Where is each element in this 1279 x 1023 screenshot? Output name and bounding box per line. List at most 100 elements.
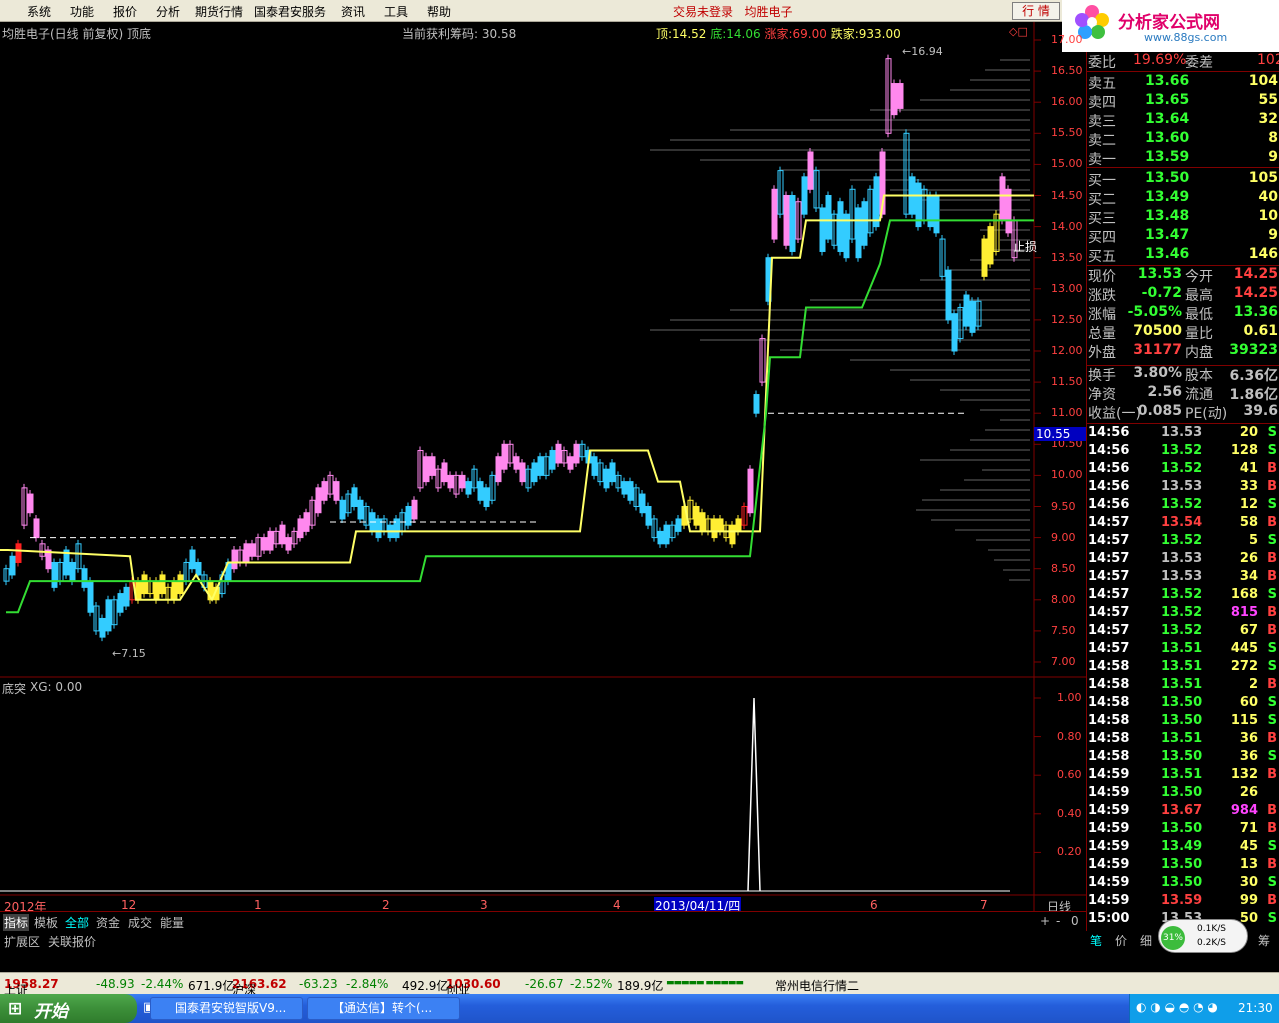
tick-row[interactable]: 14:57 13.54 58 B	[1087, 515, 1279, 533]
start-button[interactable]: ⊞ 开始	[0, 994, 137, 1023]
tick-row[interactable]: 14:59 13.59 99 B	[1087, 893, 1279, 911]
ask-row[interactable]: 卖一 13.59 9	[1087, 149, 1279, 168]
quote-value: 39.6	[1243, 403, 1278, 419]
tick-side: S	[1267, 695, 1277, 710]
price-axis-label: 9.50	[1051, 499, 1076, 513]
tick-row[interactable]: 14:57 13.52 815 B	[1087, 605, 1279, 623]
reset-button[interactable]: 0	[1071, 914, 1079, 928]
tick-side: S	[1267, 911, 1277, 926]
tick-row[interactable]: 14:59 13.50 13 B	[1087, 857, 1279, 875]
tick-row[interactable]: 14:56 13.53 33 B	[1087, 479, 1279, 497]
sh-index[interactable]: 上证 1958.27	[4, 977, 59, 997]
fall-value: 933.00	[858, 27, 901, 41]
tick-row[interactable]: 14:57 13.52 5 S	[1087, 533, 1279, 551]
ask-row[interactable]: 卖四 13.65 55	[1087, 92, 1279, 111]
menu-futures[interactable]: 期货行情	[195, 3, 243, 20]
menu-help[interactable]: 帮助	[427, 3, 451, 20]
tick-row[interactable]: 14:58 13.51 2 B	[1087, 677, 1279, 695]
tick-row[interactable]: 14:59 13.51 132 B	[1087, 767, 1279, 785]
quote-row[interactable]: 涨幅 -5.05% 最低 13.36	[1087, 304, 1279, 323]
bid-row[interactable]: 买一 13.50 105	[1087, 170, 1279, 189]
quote-row[interactable]: 收益(一) 0.085 PE(动) 39.6	[1087, 403, 1279, 422]
sz-index[interactable]: 沪深 2163.62	[232, 977, 287, 997]
menu-gtja-service[interactable]: 国泰君安服务	[254, 3, 326, 20]
right-tab[interactable]: 价	[1115, 932, 1127, 949]
tick-row[interactable]: 14:58 13.50 36 S	[1087, 749, 1279, 767]
quote-label: 涨幅	[1088, 307, 1116, 323]
tab-template[interactable]: 模板	[34, 914, 58, 931]
menu-tools[interactable]: 工具	[384, 3, 408, 20]
bid-row[interactable]: 买五 13.46 146	[1087, 246, 1279, 265]
candle	[285, 537, 292, 551]
tick-time: 14:58	[1088, 713, 1130, 728]
candle	[483, 487, 490, 507]
cy-index[interactable]: 创业 1030.60	[446, 977, 501, 997]
tick-row[interactable]: 14:58 13.50 60 S	[1087, 695, 1279, 713]
tick-row[interactable]: 14:58 13.51 272 S	[1087, 659, 1279, 677]
bid-row[interactable]: 买四 13.47 9	[1087, 227, 1279, 246]
tick-row[interactable]: 14:59 13.50 71 B	[1087, 821, 1279, 839]
order-ratio-row[interactable]: 委比 19.69%委差 102	[1087, 52, 1279, 71]
menu-analysis[interactable]: 分析	[156, 3, 180, 20]
tick-row[interactable]: 14:56 13.52 128 S	[1087, 443, 1279, 461]
quote-row[interactable]: 净资 2.56 流通 1.86亿	[1087, 384, 1279, 403]
tick-row[interactable]: 14:57 13.51 445 S	[1087, 641, 1279, 659]
candle	[123, 586, 130, 607]
tick-side: B	[1267, 569, 1277, 584]
bid-row[interactable]: 买三 13.48 10	[1087, 208, 1279, 227]
server-name[interactable]: 常州电信行情二	[775, 977, 859, 994]
quote-row[interactable]: 总量 70500 量比 0.61	[1087, 323, 1279, 342]
sz-amount: 492.9亿	[402, 979, 449, 993]
tick-row[interactable]: 14:57 13.53 26 B	[1087, 551, 1279, 569]
right-tab[interactable]: 细	[1140, 932, 1152, 949]
tick-row[interactable]: 14:59 13.50 26	[1087, 785, 1279, 803]
zoom-in-button[interactable]: +	[1040, 914, 1050, 928]
tab-energy[interactable]: 能量	[160, 914, 184, 931]
right-tab[interactable]: 筹	[1258, 932, 1270, 949]
kline-chart[interactable]	[0, 22, 1086, 911]
ask-row[interactable]: 卖五 13.66 104	[1087, 73, 1279, 92]
tick-row[interactable]: 14:56 13.53 20 S	[1087, 425, 1279, 443]
ask-row[interactable]: 卖二 13.60 8	[1087, 130, 1279, 149]
ask-row[interactable]: 卖三 13.64 32	[1087, 111, 1279, 130]
tick-row[interactable]: 14:59 13.49 45 S	[1087, 839, 1279, 857]
tab-all[interactable]: 全部	[65, 914, 89, 931]
quote-button[interactable]: 行 情	[1012, 2, 1060, 20]
tab-extension[interactable]: 扩展区	[4, 933, 40, 950]
candle	[591, 456, 598, 476]
zoom-out-button[interactable]: -	[1056, 914, 1060, 928]
menu-function[interactable]: 功能	[70, 3, 94, 20]
login-status[interactable]: 交易未登录 均胜电子	[673, 3, 792, 20]
tab-capital[interactable]: 资金	[96, 914, 120, 931]
tick-time: 14:59	[1088, 803, 1130, 818]
tab-related-quotes[interactable]: 关联报价	[48, 933, 96, 950]
quote-row[interactable]: 外盘 31177 内盘 39323	[1087, 342, 1279, 361]
tick-row[interactable]: 14:59 13.50 30 S	[1087, 875, 1279, 893]
price-axis-label: 16.00	[1051, 95, 1083, 109]
tick-row[interactable]: 14:57 13.53 34 B	[1087, 569, 1279, 587]
tick-row[interactable]: 14:56 13.52 41 B	[1087, 461, 1279, 479]
right-tab[interactable]: 笔	[1090, 932, 1102, 949]
tick-side: B	[1267, 461, 1277, 476]
menu-quote[interactable]: 报价	[113, 3, 137, 20]
diamond-icon[interactable]: ◇□	[1009, 25, 1028, 38]
tray-icons[interactable]: ◐ ◑ ◒ ◓ ◔ ◕	[1136, 1000, 1218, 1014]
tick-row[interactable]: 14:56 13.52 12 S	[1087, 497, 1279, 515]
tab-volume[interactable]: 成交	[128, 914, 152, 931]
task-tdx[interactable]: 【通达信】转个(...	[307, 997, 460, 1020]
task-gtja[interactable]: 国泰君安锐智版V9...	[150, 997, 303, 1020]
tick-row[interactable]: 14:58 13.51 36 B	[1087, 731, 1279, 749]
menu-news[interactable]: 资讯	[341, 3, 365, 20]
tick-row[interactable]: 14:57 13.52 168 S	[1087, 587, 1279, 605]
bid-row[interactable]: 买二 13.49 40	[1087, 189, 1279, 208]
quote-row[interactable]: 涨跌 -0.72 最高 14.25	[1087, 285, 1279, 304]
tick-row[interactable]: 14:57 13.52 67 B	[1087, 623, 1279, 641]
tick-row[interactable]: 14:59 13.67 984 B	[1087, 803, 1279, 821]
quote-row[interactable]: 换手 3.80% 股本 6.36亿	[1087, 365, 1279, 384]
tick-row[interactable]: 14:58 13.50 115 S	[1087, 713, 1279, 731]
menu-system[interactable]: 系统	[27, 3, 51, 20]
tab-indicator[interactable]: 指标	[3, 914, 30, 931]
kline-chart-area[interactable]: 均胜电子(日线 前复权) 顶底 当前获利筹码: 30.58 顶:14.52 底:…	[0, 22, 1086, 914]
quote-row[interactable]: 现价 13.53 今开 14.25	[1087, 266, 1279, 285]
tick-side: B	[1267, 821, 1277, 836]
